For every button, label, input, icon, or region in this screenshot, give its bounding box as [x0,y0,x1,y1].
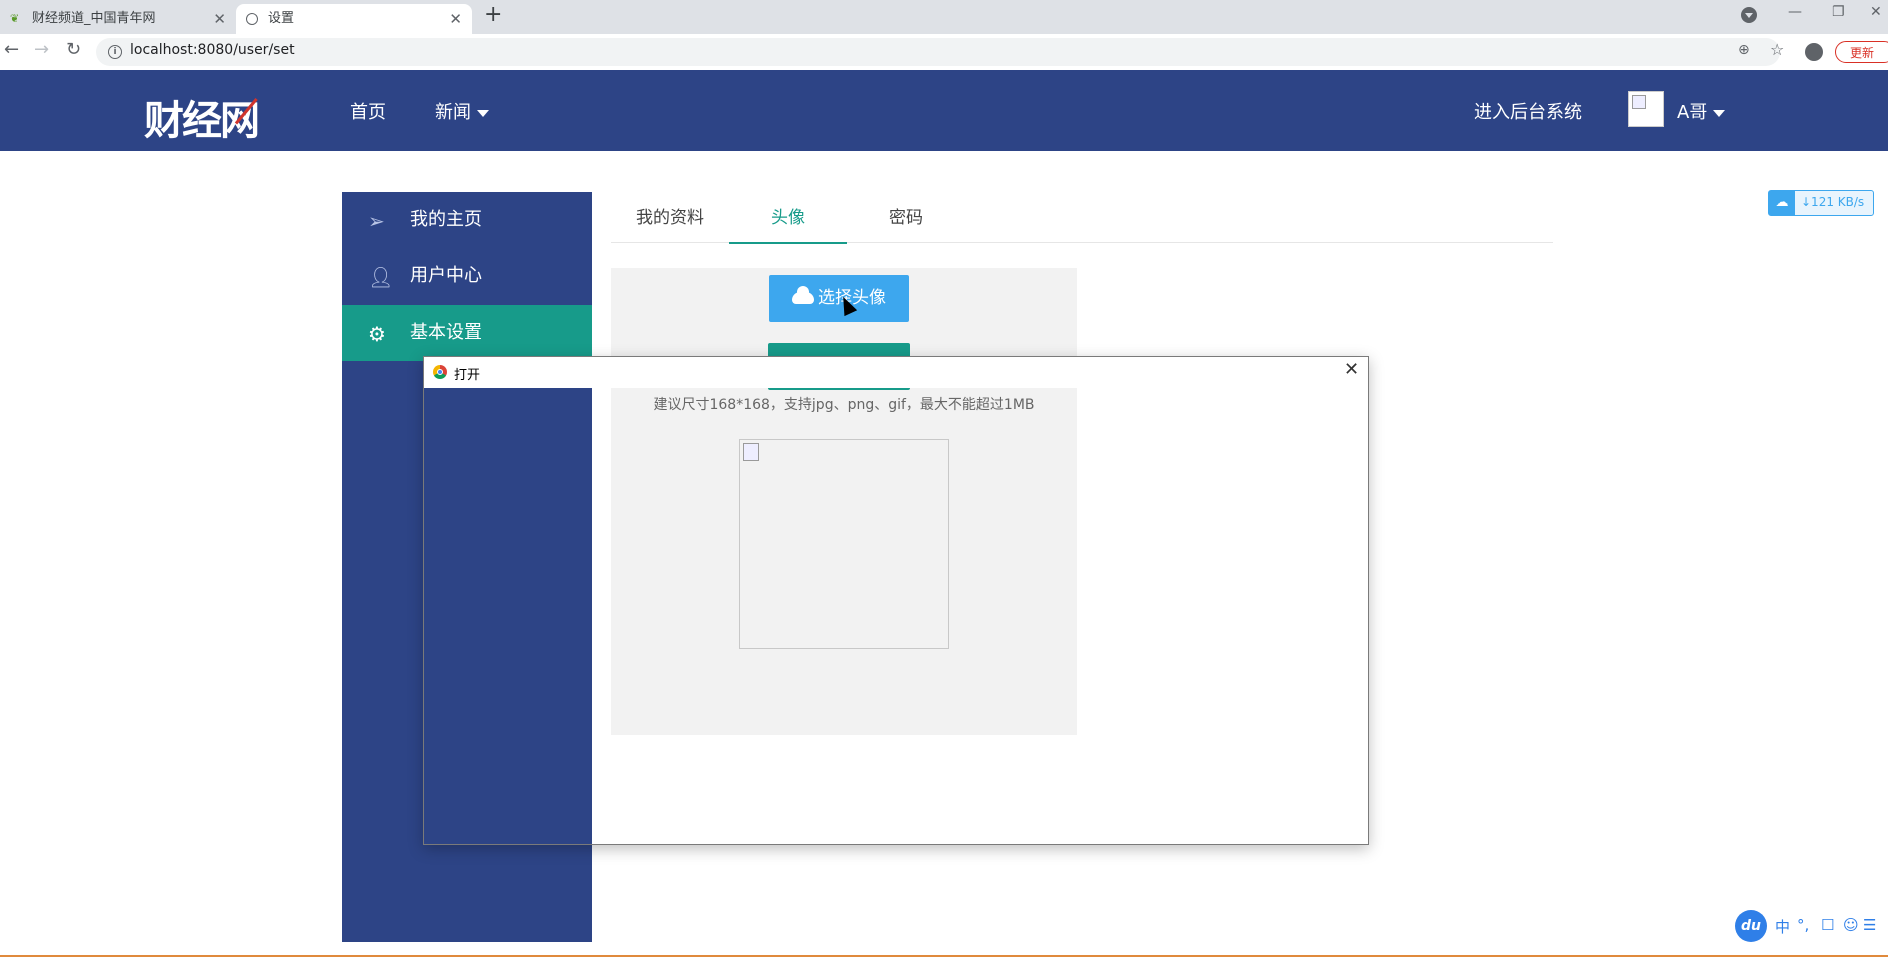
browser-toolbar: ← → ↻ i localhost:8080/user/set ⊕ ☆ 更新 [0,34,1888,71]
reload-icon[interactable]: ↻ [66,39,81,60]
forward-icon[interactable]: → [34,39,49,60]
profile-icon[interactable] [1805,43,1823,61]
chevron-down-icon [1713,109,1726,117]
ime-punctuation[interactable]: °, [1797,916,1809,934]
sidebar-item-user-center[interactable]: 👤︎ 用户中心 [342,248,592,304]
nav-news-dropdown[interactable]: 新闻 [435,98,489,124]
sidebar-item-label: 基本设置 [410,322,482,343]
download-speed-widget[interactable]: ☁ ↓121 KB/s [1768,190,1874,216]
site-logo[interactable]: 财经网 [144,88,260,146]
nav-home-link[interactable]: 首页 [350,98,386,124]
close-tab-icon[interactable]: ✕ [213,4,226,34]
sidebar-item-home[interactable]: ➢ 我的主页 [342,192,592,248]
ime-user-icon[interactable]: ☺ [1843,916,1859,934]
browser-tab-bar: ❦ 财经频道_中国青年网 ✕ 设置 ✕ + — ❐ ✕ [0,0,1888,34]
bookmark-star-icon[interactable]: ☆ [1770,40,1784,59]
restore-icon[interactable]: ❐ [1832,4,1845,20]
open-file-dialog [423,356,1369,845]
sidebar-item-settings[interactable]: ⚙ 基本设置 [342,305,592,361]
browser-tab-finance[interactable]: ❦ 财经频道_中国青年网 ✕ [0,4,236,34]
minimize-icon[interactable]: — [1788,4,1802,20]
settings-tabs: 我的资料 头像 密码 [611,194,1553,244]
browser-tab-settings[interactable]: 设置 ✕ [236,4,472,34]
paper-plane-icon: ➢ [368,209,385,233]
chevron-down-icon [477,109,489,117]
user-name: A哥 [1677,102,1708,123]
user-avatar[interactable] [1628,91,1664,127]
logo-text: 财经网 [144,97,260,144]
info-icon[interactable]: i [108,45,122,59]
zoom-icon[interactable]: ⊕ [1738,42,1750,58]
ime-logo[interactable]: du [1735,910,1767,942]
back-icon[interactable]: ← [4,39,19,60]
user-icon: 👤︎ [368,265,394,289]
taskbar-edge [0,955,1888,957]
tab-profile[interactable]: 我的资料 [611,194,729,242]
download-speed-text: ↓121 KB/s [1801,195,1865,209]
address-bar[interactable]: i localhost:8080/user/set ⊕ ☆ [96,38,1784,66]
tab-search-icon[interactable] [1741,7,1757,23]
nav-news-label: 新闻 [435,102,471,123]
cloud-upload-icon [792,286,814,304]
tab-avatar[interactable]: 头像 [729,194,847,244]
browser-tab-title: 设置 [268,11,295,26]
globe-icon [246,13,258,25]
ime-chinese-mode[interactable]: 中 [1775,916,1790,937]
site-favicon-icon: ❦ [10,12,20,25]
gear-icon: ⚙ [368,322,386,346]
ime-menu-icon[interactable]: ☰ [1863,916,1876,934]
close-tab-icon[interactable]: ✕ [449,4,462,34]
admin-system-link[interactable]: 进入后台系统 [1474,98,1582,124]
sidebar-item-label: 我的主页 [410,209,482,230]
cloud-drive-icon: ☁ [1769,191,1795,215]
close-window-icon[interactable]: ✕ [1870,4,1882,20]
browser-tab-title: 财经频道_中国青年网 [32,11,156,26]
sidebar-item-label: 用户中心 [410,265,482,286]
user-menu[interactable]: A哥 [1677,98,1726,124]
tab-password[interactable]: 密码 [847,194,965,242]
url-text[interactable]: localhost:8080/user/set [130,42,295,58]
site-header: 财经网 首页 新闻 进入后台系统 A哥 [0,70,1888,151]
new-tab-icon[interactable]: + [484,2,502,27]
update-button[interactable]: 更新 [1835,41,1888,63]
ime-keyboard-icon[interactable]: ☐ [1821,916,1834,934]
